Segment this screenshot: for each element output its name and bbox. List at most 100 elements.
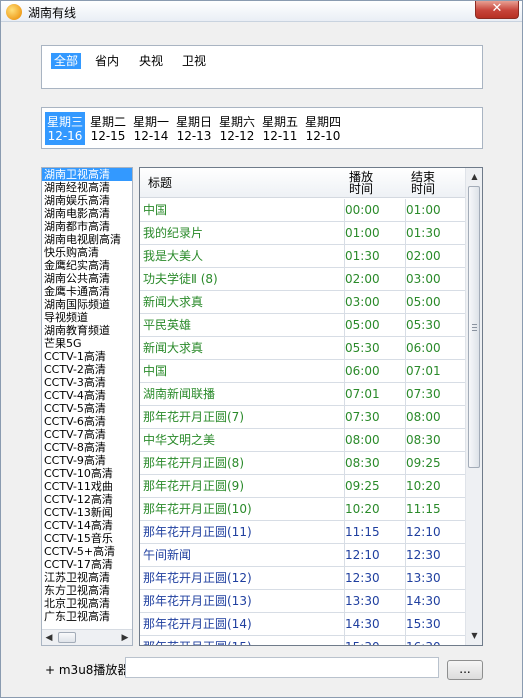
category-tab[interactable]: 央视 — [136, 53, 166, 69]
start-time: 12:30 — [345, 571, 380, 585]
table-row[interactable]: 那年花开月正圆(11) 11:15 12:10 — [140, 521, 466, 544]
m3u8-player-label[interactable]: + m3u8播放器 — [45, 661, 129, 678]
day-name: 星期一 — [132, 115, 169, 129]
browse-button[interactable]: ... — [447, 660, 483, 680]
channel-item[interactable]: CCTV-1高清 — [42, 350, 132, 363]
program-title: 湖南新闻联播 — [143, 387, 216, 401]
channel-item[interactable]: CCTV-14高清 — [42, 519, 132, 532]
channel-item[interactable]: CCTV-3高清 — [42, 376, 132, 389]
channel-item[interactable]: 江苏卫视高清 — [42, 571, 132, 584]
category-tab[interactable]: 卫视 — [179, 53, 209, 69]
table-row[interactable]: 那年花开月正圆(9) 09:25 10:20 — [140, 475, 466, 498]
title-bar[interactable]: 湖南有线 ✕ — [1, 1, 522, 22]
start-time: 07:01 — [345, 387, 380, 401]
table-row[interactable]: 那年花开月正圆(8) 08:30 09:25 — [140, 452, 466, 475]
table-row[interactable]: 中国 00:00 01:00 — [140, 199, 466, 222]
table-row[interactable]: 午间新闻 12:10 12:30 — [140, 544, 466, 567]
program-title: 那年花开月正圆(7) — [143, 410, 244, 424]
channel-item[interactable]: 湖南娱乐高清 — [42, 194, 132, 207]
category-filter: 全部 省内 央视 卫视 — [41, 45, 483, 89]
column-header-start[interactable]: 播放 时间 — [349, 171, 373, 195]
category-tab[interactable]: 省内 — [92, 53, 122, 69]
table-row[interactable]: 那年花开月正圆(14) 14:30 15:30 — [140, 613, 466, 636]
channel-item[interactable]: CCTV-7高清 — [42, 428, 132, 441]
channel-item[interactable]: CCTV-5+高清 — [42, 545, 132, 558]
end-time: 09:25 — [406, 456, 441, 470]
m3u8-url-input[interactable] — [125, 657, 439, 678]
channel-item[interactable]: CCTV-10高清 — [42, 467, 132, 480]
channel-item[interactable]: 湖南卫视高清 — [42, 168, 132, 181]
channel-item[interactable]: CCTV-5高清 — [42, 402, 132, 415]
channel-item[interactable]: 湖南电影高清 — [42, 207, 132, 220]
channel-item[interactable]: 导视频道 — [42, 311, 132, 324]
channel-item[interactable]: CCTV-9高清 — [42, 454, 132, 467]
table-row[interactable]: 新闻大求真 05:30 06:00 — [140, 337, 466, 360]
channel-item[interactable]: CCTV-6高清 — [42, 415, 132, 428]
day-tab[interactable]: 星期六 12-12 — [217, 112, 257, 145]
day-tab[interactable]: 星期五 12-11 — [260, 112, 300, 145]
day-tab[interactable]: 星期三 12-16 — [45, 112, 85, 145]
channel-list-horizontal-scrollbar[interactable]: ◀ ▶ — [42, 629, 132, 645]
channel-list[interactable]: 湖南卫视高清 湖南经视高清 湖南娱乐高清 湖南电影高清 湖南都市高清 湖南电视剧高清 快乐购… — [41, 167, 133, 646]
scroll-down-icon[interactable]: ▼ — [469, 630, 480, 642]
table-row[interactable]: 那年花开月正圆(10) 10:20 11:15 — [140, 498, 466, 521]
channel-item[interactable]: 湖南国际频道 — [42, 298, 132, 311]
channel-item[interactable]: CCTV-4高清 — [42, 389, 132, 402]
column-header-title[interactable]: 标题 — [148, 177, 172, 189]
channel-item[interactable]: CCTV-11戏曲 — [42, 480, 132, 493]
table-row[interactable]: 那年花开月正圆(7) 07:30 08:00 — [140, 406, 466, 429]
channel-item[interactable]: 湖南经视高清 — [42, 181, 132, 194]
table-row[interactable]: 那年花开月正圆(15) 15:3016:30 — [140, 636, 466, 645]
table-row[interactable]: 我是大美人 01:30 02:00 — [140, 245, 466, 268]
app-logo-icon — [6, 4, 22, 20]
channel-item[interactable]: 湖南教育频道 — [42, 324, 132, 337]
column-header-end[interactable]: 结束 时间 — [411, 171, 435, 195]
day-tab[interactable]: 星期四 12-10 — [303, 112, 343, 145]
end-time: 14:30 — [406, 594, 441, 608]
channel-item[interactable]: CCTV-12高清 — [42, 493, 132, 506]
channel-item[interactable]: 快乐购高清 — [42, 246, 132, 259]
day-name: 星期日 — [175, 115, 212, 129]
channel-item[interactable]: CCTV-17高清 — [42, 558, 132, 571]
channel-item[interactable]: 芒果5G — [42, 337, 132, 350]
close-button[interactable]: ✕ — [475, 1, 519, 19]
channel-item[interactable]: CCTV-13新闻 — [42, 506, 132, 519]
scroll-left-icon[interactable]: ◀ — [44, 632, 54, 644]
scroll-right-icon[interactable]: ▶ — [120, 632, 130, 644]
channel-item[interactable]: CCTV-15音乐 — [42, 532, 132, 545]
table-row[interactable]: 湖南新闻联播 07:01 07:30 — [140, 383, 466, 406]
channel-item[interactable]: 广东卫视高清 — [42, 610, 132, 623]
scroll-up-icon[interactable]: ▲ — [469, 171, 480, 183]
day-tab[interactable]: 星期日 12-13 — [174, 112, 214, 145]
table-row[interactable]: 平民英雄 05:00 05:30 — [140, 314, 466, 337]
table-row[interactable]: 新闻大求真 03:00 05:00 — [140, 291, 466, 314]
channel-item[interactable]: 北京卫视高清 — [42, 597, 132, 610]
day-tab[interactable]: 星期二 12-15 — [88, 112, 128, 145]
app-window: 湖南有线 ✕ 全部 省内 央视 卫视 星期三 12-16 星期二 12-15 星期一 12-14… — [0, 0, 523, 698]
channel-item[interactable]: 湖南公共高清 — [42, 272, 132, 285]
channel-item[interactable]: 金鹰纪实高清 — [42, 259, 132, 272]
table-row[interactable]: 中华文明之美 08:00 08:30 — [140, 429, 466, 452]
table-row[interactable]: 我的纪录片 01:00 01:30 — [140, 222, 466, 245]
channel-item[interactable]: 东方卫视高清 — [42, 584, 132, 597]
table-vertical-scrollbar[interactable]: ▲ ▼ — [465, 168, 482, 645]
start-time: 12:10 — [345, 548, 380, 562]
channel-item[interactable]: 湖南电视剧高清 — [42, 233, 132, 246]
end-time: 07:01 — [406, 364, 441, 378]
table-row[interactable]: 功夫学徒Ⅱ (8) 02:00 03:00 — [140, 268, 466, 291]
table-row[interactable]: 中国 06:00 07:01 — [140, 360, 466, 383]
scrollbar-thumb[interactable] — [58, 632, 76, 643]
channel-item[interactable]: 金鹰卡通高清 — [42, 285, 132, 298]
start-time: 13:30 — [345, 594, 380, 608]
day-tab[interactable]: 星期一 12-14 — [131, 112, 171, 145]
table-row[interactable]: 那年花开月正圆(13) 13:30 14:30 — [140, 590, 466, 613]
category-tab[interactable]: 全部 — [51, 53, 82, 69]
scrollbar-thumb[interactable] — [468, 186, 480, 468]
day-name: 星期六 — [218, 115, 255, 129]
table-row[interactable]: 那年花开月正圆(12) 12:30 13:30 — [140, 567, 466, 590]
program-title: 平民英雄 — [143, 318, 192, 332]
channel-item[interactable]: CCTV-8高清 — [42, 441, 132, 454]
channel-item[interactable]: 湖南都市高清 — [42, 220, 132, 233]
channel-item[interactable]: CCTV-2高清 — [42, 363, 132, 376]
day-name: 星期三 — [46, 115, 83, 129]
